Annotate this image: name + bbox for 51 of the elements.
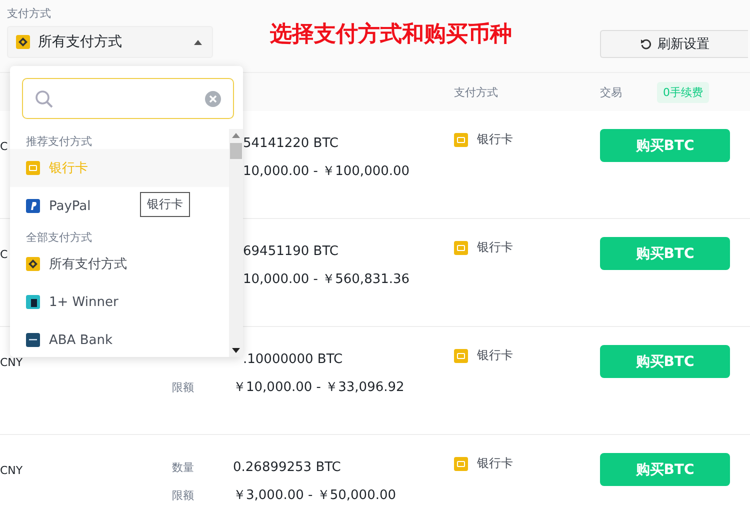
currency-text: CNY: [0, 463, 23, 477]
amount-text: 0.26899253 BTC: [233, 460, 341, 474]
limit-label: 限额: [172, 488, 195, 502]
payment-option[interactable]: ABA Bank: [10, 321, 229, 357]
filter-label: 支付方式: [7, 6, 52, 22]
card-icon: [26, 161, 40, 175]
limit-text: 10,000.00 - ￥560,831.36: [243, 271, 410, 288]
amount-label: 数量: [172, 460, 195, 474]
refresh-button[interactable]: 刷新设置: [600, 30, 748, 58]
payment-select[interactable]: 所有支付方式: [7, 26, 213, 58]
payment-method: 银行卡: [477, 455, 513, 472]
refresh-icon: [640, 38, 652, 50]
limit-text: ￥10,000.00 - ￥33,096.92: [233, 379, 404, 396]
payment-method: 银行卡: [477, 131, 513, 148]
scroll-thumb[interactable]: [230, 143, 242, 159]
tooltip: 银行卡: [140, 192, 190, 217]
scroll-up-icon: [232, 133, 240, 138]
card-icon: [454, 240, 468, 254]
payment-method: 银行卡: [477, 239, 513, 256]
payment-method: 银行卡: [477, 347, 513, 364]
group-header: 全部支付方式: [25, 230, 93, 245]
scroll-down-icon: [232, 348, 240, 353]
diamond-icon: [26, 257, 40, 271]
winner-icon: [26, 295, 40, 309]
card-icon: [454, 132, 468, 146]
payment-option[interactable]: 所有支付方式: [10, 245, 229, 283]
card-icon: [454, 456, 468, 470]
amount-text: 54141220 BTC: [243, 136, 338, 150]
currency-text: C: [0, 139, 8, 153]
payment-option[interactable]: PayPal 银行卡: [10, 187, 229, 225]
search-icon: [35, 90, 53, 108]
clear-icon: [205, 90, 221, 106]
limit-text: ￥3,000.00 - ￥50,000.00: [233, 487, 396, 504]
amount-text: 69451190 BTC: [243, 244, 338, 258]
headline: 选择支付方式和购买币种: [270, 20, 513, 49]
diamond-icon: [16, 35, 30, 49]
column-header: 交易: [600, 84, 623, 100]
payment-option[interactable]: 1+ Winner: [10, 283, 229, 321]
limit-text: 10,000.00 - ￥100,000.00: [243, 163, 410, 180]
limit-label: 限额: [172, 380, 195, 394]
paypal-icon: [26, 199, 40, 213]
fee-badge: 0手续费: [657, 82, 709, 102]
currency-text: C: [0, 247, 8, 261]
column-header: 支付方式: [454, 84, 499, 100]
scrollbar[interactable]: [229, 129, 243, 357]
amount-text: .10000000 BTC: [243, 352, 343, 366]
group-header: 推荐支付方式: [25, 134, 93, 149]
bank-icon: [26, 333, 40, 347]
currency-text: CNY: [0, 355, 23, 369]
search-field[interactable]: [22, 78, 234, 119]
card-icon: [454, 348, 468, 362]
